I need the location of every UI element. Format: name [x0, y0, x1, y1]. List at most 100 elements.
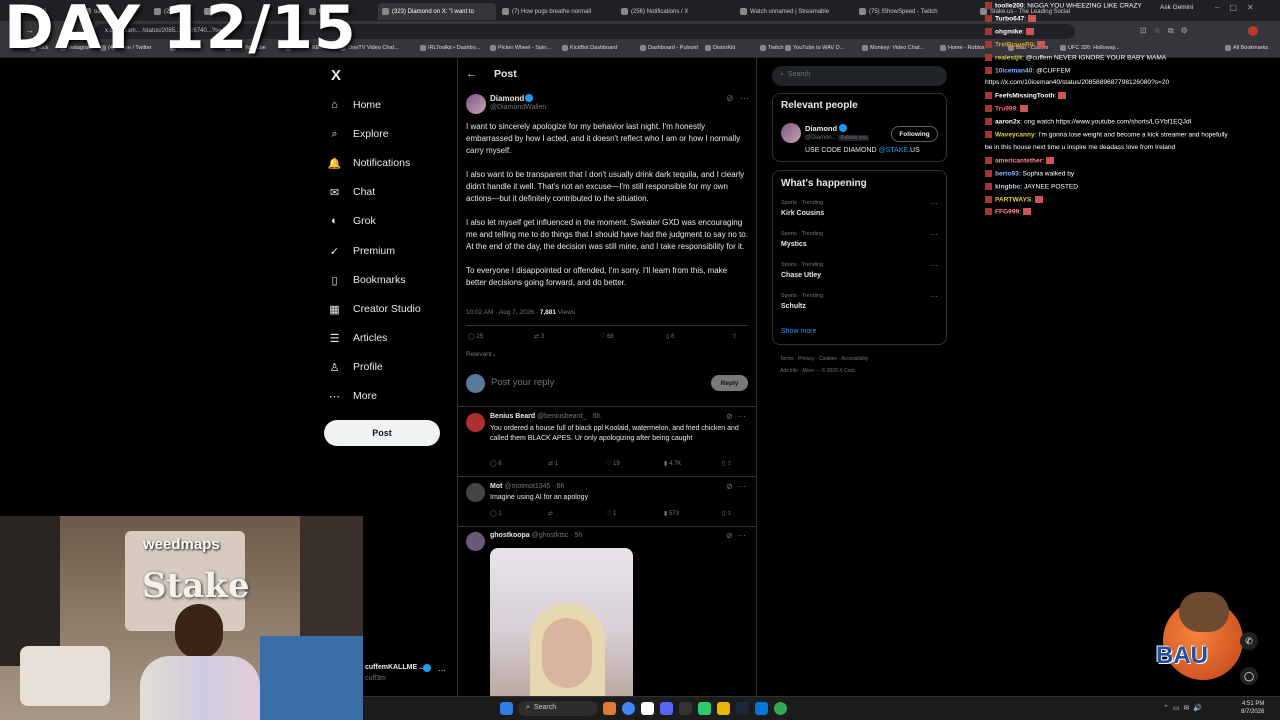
widgets-icon[interactable]: [603, 702, 616, 715]
chat-username[interactable]: realestjit: [995, 54, 1022, 61]
discord-icon[interactable]: [660, 702, 673, 715]
author-handle[interactable]: @DiamondWallen: [490, 104, 546, 111]
browser-tab[interactable]: (75) IShowSpeed - Twitch: [855, 3, 974, 20]
bookmark-item[interactable]: Home - Roblox: [940, 45, 985, 51]
chrome-icon[interactable]: [622, 702, 635, 715]
chat-username[interactable]: Turbo647: [995, 15, 1024, 22]
author-name[interactable]: Diamond: [490, 94, 524, 103]
views-action[interactable]: ▮ 4.7K: [664, 460, 722, 467]
nav-item-creator-studio[interactable]: ▦ Creator Studio: [328, 298, 448, 320]
bio-link[interactable]: @STAKE: [879, 147, 909, 154]
trend-more-icon[interactable]: ⋯: [930, 230, 938, 239]
browser-tab[interactable]: Watch unnamed | Streamable: [736, 3, 853, 20]
nav-item-explore[interactable]: ⌕ Explore: [328, 123, 448, 145]
start-icon[interactable]: [500, 702, 513, 715]
browser-tab[interactable]: (323) Diamond on X: "I want to: [378, 3, 496, 20]
chat-username[interactable]: americantether: [995, 157, 1042, 164]
account-more-icon[interactable]: ⋯: [438, 666, 446, 675]
chat-username[interactable]: berto93: [995, 170, 1019, 177]
reply-menu-icons[interactable]: ⊘⋯: [726, 531, 751, 540]
steam-icon[interactable]: [736, 702, 749, 715]
bookmark-item[interactable]: KickBot Dashboard: [562, 45, 617, 51]
chat-username[interactable]: kingbbc: [995, 183, 1020, 190]
nav-item-premium[interactable]: ✓ Premium: [328, 240, 448, 262]
bookmark-share-icons[interactable]: ▯ ⇪: [722, 460, 732, 467]
chat-username[interactable]: PARTWAYS: [995, 196, 1031, 203]
system-tray-icons[interactable]: ⌃▭✉🔊: [1163, 704, 1206, 712]
repost-action[interactable]: ⇄: [548, 510, 606, 517]
circle-icon[interactable]: ◯: [1240, 667, 1258, 685]
like-action[interactable]: ♡ 1: [606, 510, 664, 517]
bookmark-item[interactable]: Dashboard - Pulsoid: [640, 45, 698, 51]
bookmark-item[interactable]: Twitch: [760, 45, 784, 51]
bookmark-item[interactable]: YouTube to WAV D...: [785, 45, 844, 51]
chat-username[interactable]: toolle200: [995, 2, 1024, 9]
trend-more-icon[interactable]: ⋯: [930, 292, 938, 301]
bookmark-item[interactable]: IRLToolkit • Dashbo...: [420, 45, 480, 51]
chat-username[interactable]: Waveycanny: [995, 131, 1035, 138]
following-button[interactable]: Following: [891, 126, 938, 142]
trend-name[interactable]: Chase Utley: [781, 272, 821, 279]
nav-item-profile[interactable]: ♙ Profile: [328, 356, 448, 378]
views-action[interactable]: ▮ 573: [664, 510, 722, 517]
repost-action[interactable]: ⇄ 3: [534, 333, 600, 340]
reply-avatar[interactable]: [466, 532, 485, 551]
nav-item-home[interactable]: ⌂ Home: [328, 94, 448, 116]
account-name[interactable]: cuffemKALLME ...: [365, 664, 425, 671]
bookmark-item[interactable]: Picker Wheel - Spin...: [490, 45, 551, 51]
trend-name[interactable]: Kirk Cousins: [781, 210, 824, 217]
app-icon[interactable]: [698, 702, 711, 715]
chrome-icon[interactable]: [774, 702, 787, 715]
reply-author[interactable]: Benius Beard @beniusbeard_ · 6h: [490, 413, 601, 420]
post-more-icon[interactable]: ⋯: [740, 93, 749, 104]
browser-tab[interactable]: (256) Notifications / X: [617, 3, 734, 20]
reply-author[interactable]: ghostkoopa @ghostktsc · 5h: [490, 532, 582, 539]
like-action[interactable]: ♡ 68: [600, 333, 666, 340]
nav-item-grok[interactable]: ◐ Grok: [328, 210, 448, 232]
show-more-link[interactable]: Show more: [781, 328, 816, 335]
reply-avatar[interactable]: [466, 483, 485, 502]
x-logo-icon[interactable]: X: [331, 67, 341, 84]
post-timestamp[interactable]: 10:02 AM · Aug 7, 2026 · 7,881 Views: [466, 309, 575, 316]
nav-item-bookmarks[interactable]: ▯ Bookmarks: [328, 269, 448, 291]
chat-username[interactable]: Tru999: [995, 105, 1016, 112]
folder-icon[interactable]: [717, 702, 730, 715]
footer-links[interactable]: Terms · Privacy · Cookies · Accessibilit…: [780, 356, 868, 362]
taskbar-clock[interactable]: 4:51 PM 8/7/2026: [1241, 700, 1264, 716]
back-arrow-icon[interactable]: ←: [466, 68, 477, 80]
reply-video-thumbnail[interactable]: [490, 548, 633, 696]
trend-more-icon[interactable]: ⋯: [930, 261, 938, 270]
phone-icon[interactable]: ✆: [1240, 632, 1258, 650]
app-icon[interactable]: [641, 702, 654, 715]
reply-sort-dropdown[interactable]: Relevant⌄: [466, 350, 497, 358]
nav-item-chat[interactable]: ✉ Chat: [328, 181, 448, 203]
bookmark-action[interactable]: ▯ 6: [666, 333, 732, 340]
reply-menu-icons[interactable]: ⊘⋯: [726, 482, 751, 491]
repost-action[interactable]: ⇄ 1: [548, 460, 606, 467]
nav-item-more[interactable]: ⋯ More: [328, 385, 448, 407]
chat-username[interactable]: 10iceman40: [995, 67, 1032, 74]
chat-username[interactable]: TrelBraveR0: [995, 41, 1034, 48]
reply-menu-icons[interactable]: ⊘⋯: [726, 412, 751, 421]
person-avatar[interactable]: [781, 123, 801, 143]
bookmark-item[interactable]: Monkey: Video Chat...: [862, 45, 924, 51]
obs-icon[interactable]: [679, 702, 692, 715]
chat-username[interactable]: ohgmike: [995, 28, 1022, 35]
author-avatar[interactable]: [466, 94, 486, 114]
share-icon[interactable]: ⇪: [732, 333, 737, 340]
grok-icon[interactable]: ⊘: [726, 93, 734, 104]
store-icon[interactable]: [755, 702, 768, 715]
reply-avatar[interactable]: [466, 413, 485, 432]
person-name[interactable]: Diamond: [805, 124, 837, 133]
bookmark-item[interactable]: DistroKid: [705, 45, 735, 51]
chat-username[interactable]: aaron2x: [995, 118, 1020, 125]
footer-links[interactable]: Ads info · More ··· © 2026 X Corp.: [780, 368, 856, 374]
like-action[interactable]: ♡ 19: [606, 460, 664, 467]
nav-item-articles[interactable]: ☰ Articles: [328, 327, 448, 349]
reply-action[interactable]: ◯ 1: [490, 510, 548, 517]
chat-username[interactable]: FeefsMissingTooth: [995, 93, 1055, 100]
chat-username[interactable]: FFG999: [995, 209, 1019, 216]
search-input[interactable]: ⌕ Search: [772, 66, 947, 86]
reply-author[interactable]: Mot @motmot1345 · 6h: [490, 483, 564, 490]
reply-action[interactable]: ◯ 6: [490, 460, 548, 467]
